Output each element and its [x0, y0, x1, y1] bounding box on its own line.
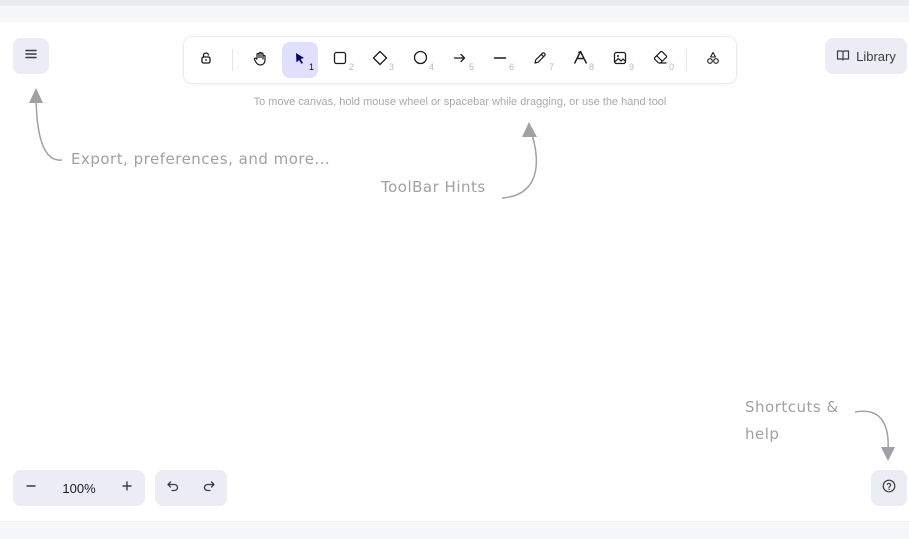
tool-key: 7	[548, 62, 554, 72]
lock-icon	[199, 51, 213, 70]
line-icon	[493, 51, 507, 70]
canvas-hint: To move canvas, hold mouse wheel or spac…	[253, 96, 667, 108]
tool-selection[interactable]: 1	[282, 42, 318, 78]
tool-hand[interactable]	[242, 42, 278, 78]
tool-lock[interactable]	[188, 42, 224, 78]
shapes-toolbar: 1 2 3 4 5 6 7 8 9 0	[184, 37, 736, 83]
hamburger-icon	[24, 47, 38, 66]
rectangle-icon	[333, 51, 347, 70]
tool-text[interactable]: 8	[562, 42, 598, 78]
pointer-icon	[293, 51, 307, 70]
tool-image[interactable]: 9	[602, 42, 638, 78]
toolbar-separator	[686, 49, 687, 71]
library-button[interactable]: Library	[825, 38, 907, 74]
tool-key: 5	[468, 62, 474, 72]
tool-arrow[interactable]: 5	[442, 42, 478, 78]
tool-line[interactable]: 6	[482, 42, 518, 78]
text-icon	[573, 50, 588, 70]
tool-draw[interactable]: 7	[522, 42, 558, 78]
toolbar-hint-text: ToolBar Hints	[381, 178, 486, 196]
pencil-icon	[533, 51, 547, 70]
diamond-icon	[372, 50, 388, 71]
menu-hint-text: Export, preferences, and more...	[71, 150, 331, 168]
tool-key: 8	[588, 62, 594, 72]
undo-icon	[166, 479, 180, 498]
zoom-in-button[interactable]	[109, 470, 145, 506]
redo-button[interactable]	[191, 470, 227, 506]
tool-key: 9	[628, 62, 634, 72]
main-menu-button[interactable]	[13, 38, 49, 74]
tool-ellipse[interactable]: 4	[402, 42, 438, 78]
top-gap	[0, 6, 909, 22]
zoom-reset-button[interactable]: 100%	[49, 470, 109, 506]
tool-rectangle[interactable]: 2	[322, 42, 358, 78]
minus-icon	[25, 479, 37, 497]
tool-key: 3	[388, 62, 394, 72]
toolbar-separator	[232, 49, 233, 71]
undo-button[interactable]	[155, 470, 191, 506]
hand-icon	[252, 50, 268, 71]
help-hint-text: Shortcuts & help	[745, 398, 839, 443]
tool-key: 1	[308, 62, 314, 72]
history-controls	[155, 470, 227, 506]
image-icon	[613, 51, 627, 70]
tool-key: 4	[428, 62, 434, 72]
plus-icon	[121, 479, 133, 497]
tool-key: 2	[348, 62, 354, 72]
redo-icon	[202, 479, 216, 498]
tool-more-tools[interactable]	[695, 42, 731, 78]
ellipse-icon	[413, 50, 428, 70]
tool-eraser[interactable]: 0	[642, 42, 678, 78]
library-label: Library	[856, 48, 896, 64]
arrow-right-icon	[453, 51, 467, 70]
book-icon	[836, 48, 850, 65]
extra-tools-icon	[706, 51, 720, 70]
help-icon	[882, 479, 896, 498]
zoom-out-button[interactable]	[13, 470, 49, 506]
eraser-icon	[653, 50, 668, 70]
tool-diamond[interactable]: 3	[362, 42, 398, 78]
tool-key: 6	[508, 62, 514, 72]
tool-key: 0	[668, 62, 674, 72]
zoom-controls: 100%	[13, 470, 145, 506]
help-button[interactable]	[871, 470, 907, 506]
bottom-gap	[0, 521, 909, 539]
